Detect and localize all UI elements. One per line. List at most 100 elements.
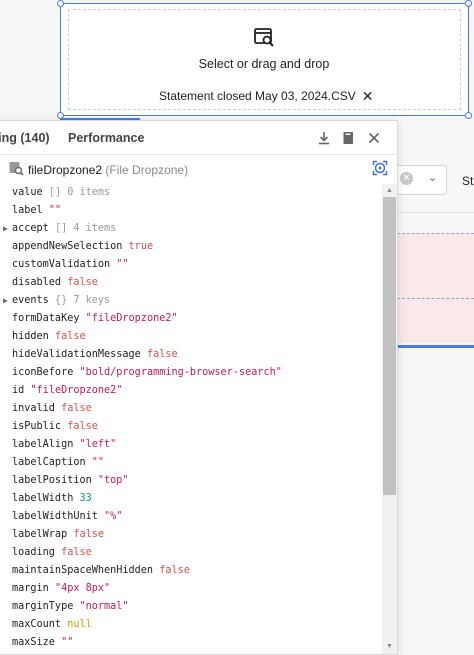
property-key: labelPosition [12,475,92,486]
property-key: labelWidth [12,493,74,504]
property-row[interactable]: ▶ accept [] 4 items [0,220,380,238]
property-value: "normal" [79,601,129,612]
tab-performance[interactable]: Performance [68,131,144,145]
property-row: maintainSpaceWhenHidden false [0,562,380,580]
property-value: [] [54,223,68,234]
property-value: "bold/programming-browser-search" [79,367,282,378]
property-row: maxCount null [0,616,380,634]
property-value: "top" [97,475,129,486]
property-row: labelCaption "" [0,454,380,472]
property-row: invalid false [0,400,380,418]
property-row: hideValidationMessage false [0,346,380,364]
property-key: invalid [12,403,55,414]
property-value: false [67,277,98,288]
property-row: loading false [0,544,380,562]
property-row: value [] 0 items [0,184,380,202]
property-key: labelCaption [12,457,86,468]
property-value: "left" [79,439,117,450]
component-name: fileDropzone2 [28,163,103,177]
property-value: "fileDropzone2" [30,385,123,396]
property-value: 33 [79,493,92,504]
scroll-down-arrow-icon[interactable]: ▼ [386,643,393,650]
property-key: margin [12,583,49,594]
property-value: "fileDropzone2" [85,313,178,324]
property-value: "" [91,457,105,468]
property-key: loading [12,547,55,558]
property-row: hidden false [0,328,380,346]
divider [397,212,474,213]
property-value: false [54,331,86,342]
property-row: labelWidth 33 [0,490,380,508]
property-value: false [73,529,105,540]
resize-handle-top-right[interactable] [465,0,472,7]
property-row: margin "4px 8px" [0,580,380,598]
property-key: customValidation [12,259,111,270]
property-row: marginType "normal" [0,598,380,616]
file-search-icon [254,28,274,47]
properties-list: value [] 0 items label "" ▶ accept [] 4 ite… [0,184,380,654]
property-row: labelWrap false [0,526,380,544]
property-row[interactable]: ▶ events {} 7 keys [0,292,380,310]
tab-debugging[interactable]: ting (140) [0,131,50,145]
property-key: labelWrap [12,529,68,540]
property-key: hidden [12,331,49,342]
dropzone-prompt: Select or drag and drop [198,57,330,71]
component-search-icon [9,162,24,176]
property-row: iconBefore "bold/programming-browser-sea… [0,364,380,382]
chevron-down-icon[interactable]: ⌄ [428,171,437,184]
property-value: false [159,565,190,576]
resize-handle-bottom-right[interactable] [465,112,472,119]
invalid-component-area[interactable] [397,233,474,343]
scrollbar-thumb[interactable] [383,197,396,495]
expand-caret-icon[interactable]: ▶ [3,220,8,238]
property-key: label [12,205,43,216]
property-count: 0 items [67,187,111,198]
property-count: 7 keys [73,295,111,306]
property-key: marginType [12,601,74,612]
property-row: formDataKey "fileDropzone2" [0,310,380,328]
property-row: appendNewSelection true [0,238,380,256]
book-icon[interactable] [340,130,356,146]
debug-inspector-panel: ting (140) Performance fileDropzone2 (Fi… [0,120,398,655]
property-key: isPublic [12,421,62,432]
remove-file-icon[interactable]: ✕ [362,89,374,103]
property-row: id "fileDropzone2" [0,382,380,400]
property-value: "" [61,637,74,648]
property-value: {} [54,295,68,306]
property-value: null [67,619,92,630]
property-row: maxSize "" [0,634,380,652]
close-icon[interactable] [366,130,382,146]
download-icon[interactable] [316,130,332,146]
selected-component-bar: fileDropzone2 (File Dropzone) [0,155,397,183]
property-value: [] [48,187,62,198]
property-value: false [61,403,92,414]
property-value: false [61,547,92,558]
property-value: false [67,421,98,432]
selected-component-edge [397,345,474,348]
locate-component-icon[interactable] [372,160,388,176]
property-key: iconBefore [12,367,74,378]
property-key: accept [12,223,49,234]
component-type: (File Dropzone) [105,163,189,177]
property-row: labelPosition "top" [0,472,380,490]
property-key: disabled [12,277,62,288]
property-row: labelWidthUnit "%" [0,508,380,526]
property-row: labelAlign "left" [0,436,380,454]
expand-caret-icon[interactable]: ▶ [3,292,8,310]
property-value: "%" [104,511,123,522]
property-value: "4px 8px" [54,583,111,594]
selected-file-name: Statement closed May 03, 2024.CSV [159,89,356,103]
canvas-background-strip [397,120,474,655]
inspector-header: ting (140) Performance [0,121,397,155]
scroll-up-arrow-icon[interactable]: ▲ [386,187,393,194]
dashed-guide [397,298,474,299]
property-value: false [146,349,178,360]
property-row: label "" [0,202,380,220]
property-key: labelWidthUnit [12,511,98,522]
property-key: appendNewSelection [12,241,123,252]
resize-handle-top-left[interactable] [57,0,64,7]
property-row: customValidation "" [0,256,380,274]
property-count: 4 items [73,223,117,234]
property-key: maxSize [12,637,55,648]
clear-selection-icon[interactable]: ✕ [400,172,413,185]
